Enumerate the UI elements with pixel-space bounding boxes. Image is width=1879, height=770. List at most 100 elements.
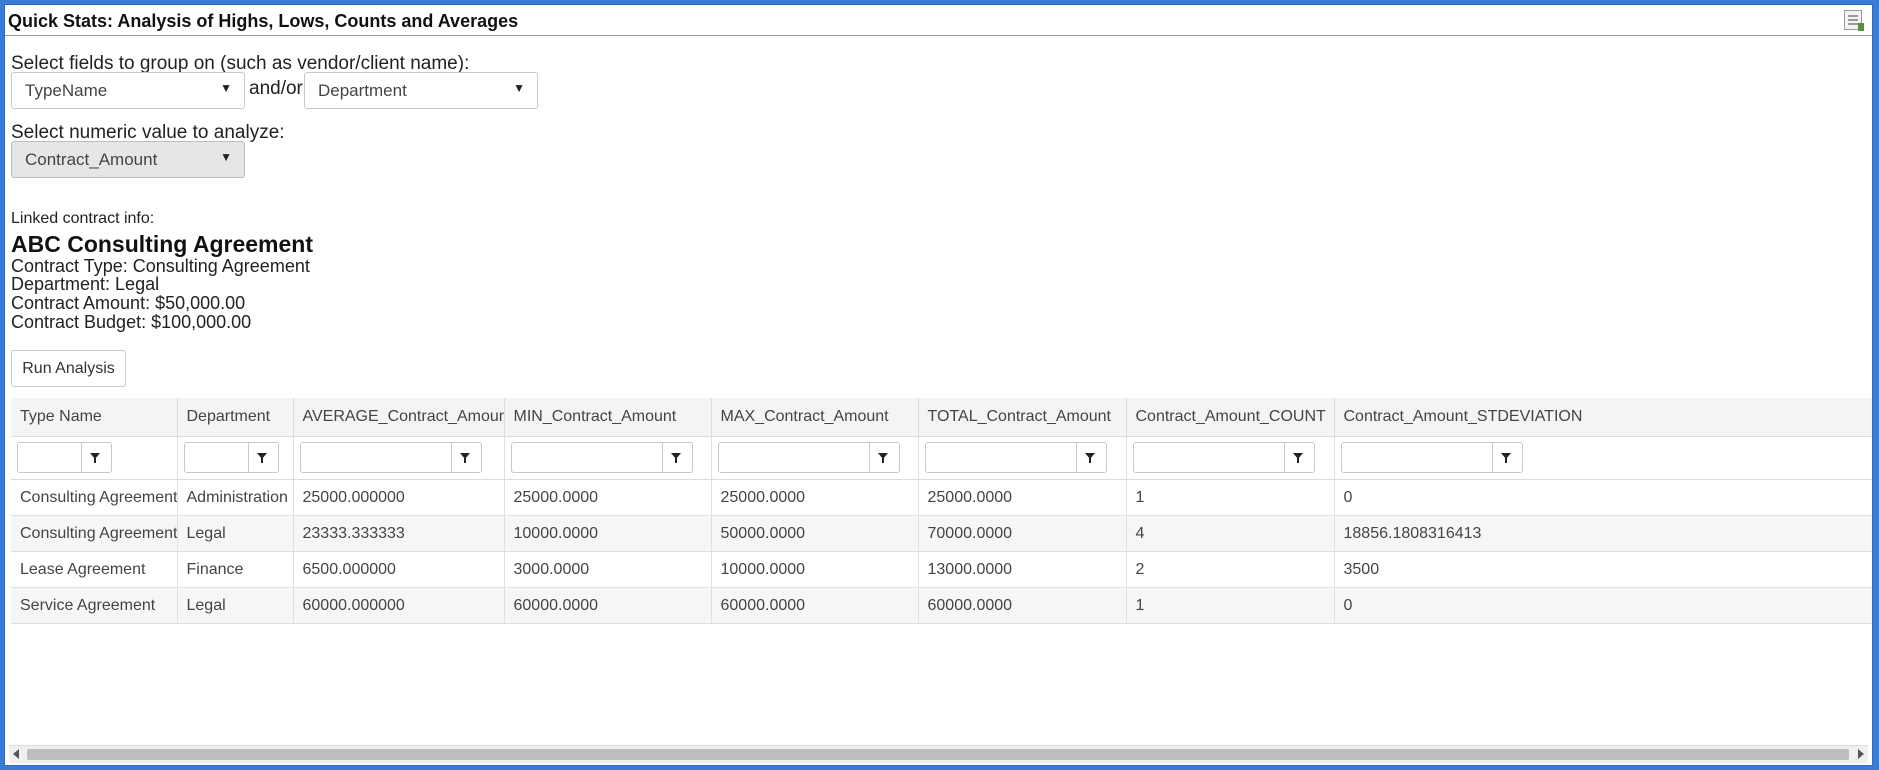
table-cell: 60000.0000 [504, 587, 712, 624]
table-row[interactable]: Service Agreement Legal 60000.000000 60000.… [11, 587, 1872, 624]
filter-input[interactable] [301, 443, 452, 472]
column-header[interactable]: MIN_Contract_Amount [504, 398, 712, 437]
group-field-1-value: TypeName [25, 81, 108, 100]
column-header[interactable]: Contract_Amount_COUNT [1126, 398, 1335, 437]
table-cell: Consulting Agreement [11, 515, 178, 552]
table-cell: 10000.0000 [504, 515, 712, 552]
export-excel-icon[interactable] [1844, 10, 1864, 31]
numeric-value-value: Contract_Amount [25, 150, 158, 169]
table-cell: 25000.000000 [293, 479, 505, 516]
column-filter [183, 442, 279, 473]
filter-icon[interactable] [79, 443, 111, 472]
table-row[interactable]: Consulting Agreement Legal 23333.333333 100… [11, 515, 1872, 552]
table-cell: 6500.000000 [293, 551, 505, 588]
filter-input[interactable] [1342, 443, 1493, 472]
column-filter [510, 442, 693, 473]
filter-icon[interactable] [1490, 443, 1522, 472]
filter-input[interactable] [1134, 443, 1285, 472]
andor-label: and/or [249, 78, 303, 99]
scrollbar-thumb[interactable] [27, 749, 1849, 760]
column-filter-cell [711, 436, 919, 480]
filter-input[interactable] [18, 443, 82, 472]
column-header[interactable]: Contract_Amount_STDEVIATION [1334, 398, 1872, 437]
table-cell: 23333.333333 [293, 515, 505, 552]
column-filter [1340, 442, 1523, 473]
table-cell: Finance [177, 551, 294, 588]
filter-input[interactable] [926, 443, 1077, 472]
table-cell: 3000.0000 [504, 551, 712, 588]
table-cell: Lease Agreement [11, 551, 178, 588]
column-filter [1132, 442, 1315, 473]
table-cell: 2 [1126, 551, 1335, 588]
filter-input[interactable] [185, 443, 249, 472]
scroll-left-icon[interactable] [13, 749, 19, 759]
column-header[interactable]: MAX_Contract_Amount [711, 398, 919, 437]
filter-icon[interactable] [867, 443, 899, 472]
quick-stats-panel: Quick Stats: Analysis of Highs, Lows, Co… [4, 4, 1873, 766]
group-field-1-select[interactable]: TypeName ▼ [11, 72, 245, 109]
panel-title: Quick Stats: Analysis of Highs, Lows, Co… [8, 11, 519, 31]
table-cell: 60000.0000 [711, 587, 919, 624]
chevron-down-icon: ▼ [220, 150, 232, 164]
group-field-2-value: Department [318, 81, 407, 100]
filter-icon[interactable] [1074, 443, 1106, 472]
results-grid: Type Name Department AVERAGE_Contract_Amou… [11, 398, 1872, 624]
table-cell: Consulting Agreement [11, 479, 178, 516]
chevron-down-icon: ▼ [220, 81, 232, 95]
filter-input[interactable] [719, 443, 870, 472]
table-cell: 70000.0000 [918, 515, 1127, 552]
grid-body: Consulting Agreement Administration 25000.… [11, 479, 1872, 624]
horizontal-scrollbar[interactable] [9, 745, 1868, 763]
column-filter-cell [504, 436, 712, 480]
column-filter-cell [918, 436, 1127, 480]
run-analysis-button[interactable]: Run Analysis [11, 350, 126, 387]
column-filter-cell [1126, 436, 1335, 480]
filter-input[interactable] [512, 443, 663, 472]
table-cell: 1 [1126, 479, 1335, 516]
table-cell: 0 [1334, 587, 1872, 624]
table-cell: 4 [1126, 515, 1335, 552]
column-filter [299, 442, 482, 473]
column-filter [717, 442, 900, 473]
column-filter-cell [1334, 436, 1872, 480]
grid-header-row: Type Name Department AVERAGE_Contract_Amou… [11, 398, 1872, 437]
column-filter-cell [293, 436, 505, 480]
linked-contract-amount: Contract Amount: $50,000.00 [11, 293, 246, 313]
table-cell: 13000.0000 [918, 551, 1127, 588]
linked-contract-name: ABC Consulting Agreement [11, 231, 313, 257]
table-cell: Legal [177, 587, 294, 624]
panel-header: Quick Stats: Analysis of Highs, Lows, Co… [5, 5, 1872, 36]
linked-contract-budget: Contract Budget: $100,000.00 [11, 312, 252, 332]
linked-contract-label: Linked contract info: [11, 210, 155, 227]
column-filter [17, 442, 112, 473]
column-header[interactable]: TOTAL_Contract_Amount [918, 398, 1127, 437]
scroll-right-icon[interactable] [1858, 749, 1864, 759]
table-cell: 25000.0000 [711, 479, 919, 516]
filter-icon[interactable] [660, 443, 692, 472]
filter-icon[interactable] [1282, 443, 1314, 472]
table-cell: 60000.0000 [918, 587, 1127, 624]
column-header[interactable]: Type Name [11, 398, 178, 437]
table-cell: Service Agreement [11, 587, 178, 624]
table-cell: 18856.1808316413 [1334, 515, 1872, 552]
table-cell: 50000.0000 [711, 515, 919, 552]
table-row[interactable]: Lease Agreement Finance 6500.000000 3000.00… [11, 551, 1872, 588]
group-field-2-select[interactable]: Department ▼ [304, 72, 538, 109]
table-cell: 25000.0000 [918, 479, 1127, 516]
table-cell: 25000.0000 [504, 479, 712, 516]
table-cell: Administration [177, 479, 294, 516]
table-row[interactable]: Consulting Agreement Administration 25000.… [11, 479, 1872, 516]
chevron-down-icon: ▼ [513, 81, 525, 95]
column-header[interactable]: Department [177, 398, 294, 437]
table-cell: Legal [177, 515, 294, 552]
column-header[interactable]: AVERAGE_Contract_Amount [293, 398, 505, 437]
table-cell: 1 [1126, 587, 1335, 624]
grid-filter-row [11, 436, 1872, 480]
table-cell: 10000.0000 [711, 551, 919, 588]
filter-icon[interactable] [246, 443, 278, 472]
filter-icon[interactable] [449, 443, 481, 472]
numeric-value-select[interactable]: Contract_Amount ▼ [11, 141, 245, 178]
column-filter-cell [177, 436, 294, 480]
table-cell: 3500 [1334, 551, 1872, 588]
table-cell: 0 [1334, 479, 1872, 516]
